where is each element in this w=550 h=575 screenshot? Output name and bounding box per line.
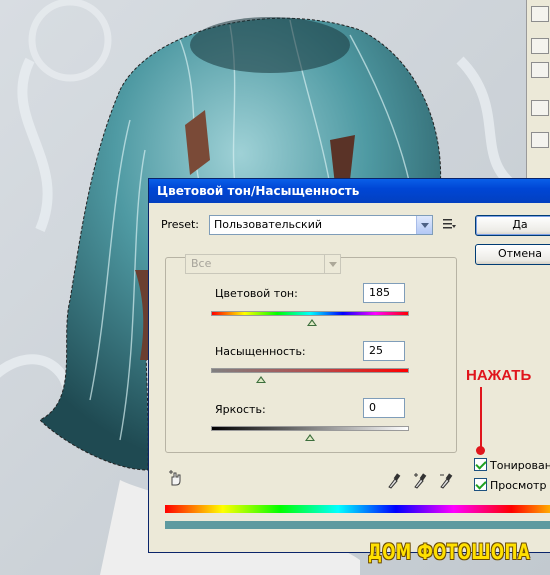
channel-value: Все (191, 257, 212, 270)
chevron-down-icon[interactable] (324, 255, 340, 273)
eyedropper-minus-icon[interactable] (439, 471, 453, 489)
preset-menu-icon[interactable] (442, 217, 456, 231)
hue-label: Цветовой тон: (215, 287, 298, 300)
preset-value: Пользовательский (214, 218, 322, 231)
lightness-input[interactable]: 0 (363, 398, 405, 418)
dialog-title: Цветовой тон/Насыщенность (157, 184, 360, 198)
eyedropper-plus-icon[interactable] (413, 471, 427, 489)
panel-button[interactable] (531, 100, 549, 116)
preview-checkbox[interactable] (474, 478, 487, 491)
hue-slider-track[interactable] (211, 311, 409, 316)
saturation-slider-thumb[interactable] (255, 376, 266, 383)
hand-adjust-icon[interactable] (167, 469, 185, 487)
input-spectrum-bar (165, 505, 550, 513)
preset-dropdown[interactable]: Пользовательский (209, 215, 433, 235)
dialog-titlebar[interactable]: Цветовой тон/Насыщенность (149, 179, 550, 203)
saturation-label: Насыщенность: (215, 345, 306, 358)
chevron-down-icon[interactable] (416, 216, 432, 234)
hue-saturation-dialog: Цветовой тон/Насыщенность Preset: Пользо… (148, 178, 550, 553)
hue-slider-thumb[interactable] (306, 319, 317, 326)
ok-button[interactable]: Да (475, 215, 550, 236)
output-spectrum-bar (165, 521, 550, 529)
hue-input[interactable]: 185 (363, 283, 405, 303)
preview-label: Просмотр (490, 479, 547, 492)
eyedropper-icon[interactable] (387, 471, 401, 489)
panel-button[interactable] (531, 62, 549, 78)
cancel-button[interactable]: Отмена (475, 244, 550, 265)
preset-label: Preset: (161, 218, 200, 231)
panel-button[interactable] (531, 132, 549, 148)
colorize-checkbox[interactable] (474, 458, 487, 471)
panel-button[interactable] (531, 38, 549, 54)
annotation-pointer-dot (476, 446, 485, 455)
lightness-label: Яркость: (215, 403, 266, 416)
saturation-input[interactable]: 25 (363, 341, 405, 361)
side-panel (526, 0, 550, 200)
annotation-label: НАЖАТЬ (466, 367, 532, 384)
panel-button[interactable] (531, 6, 549, 22)
lightness-slider-track[interactable] (211, 426, 409, 431)
colorize-label: Тонирование (490, 459, 550, 472)
saturation-slider-track[interactable] (211, 368, 409, 373)
adjustment-group (165, 257, 457, 453)
watermark-logo: ДОМ ФОТОШОПА (368, 540, 531, 564)
channel-dropdown[interactable]: Все (185, 254, 341, 274)
annotation-pointer-line (480, 387, 482, 447)
lightness-slider-thumb[interactable] (305, 434, 315, 441)
